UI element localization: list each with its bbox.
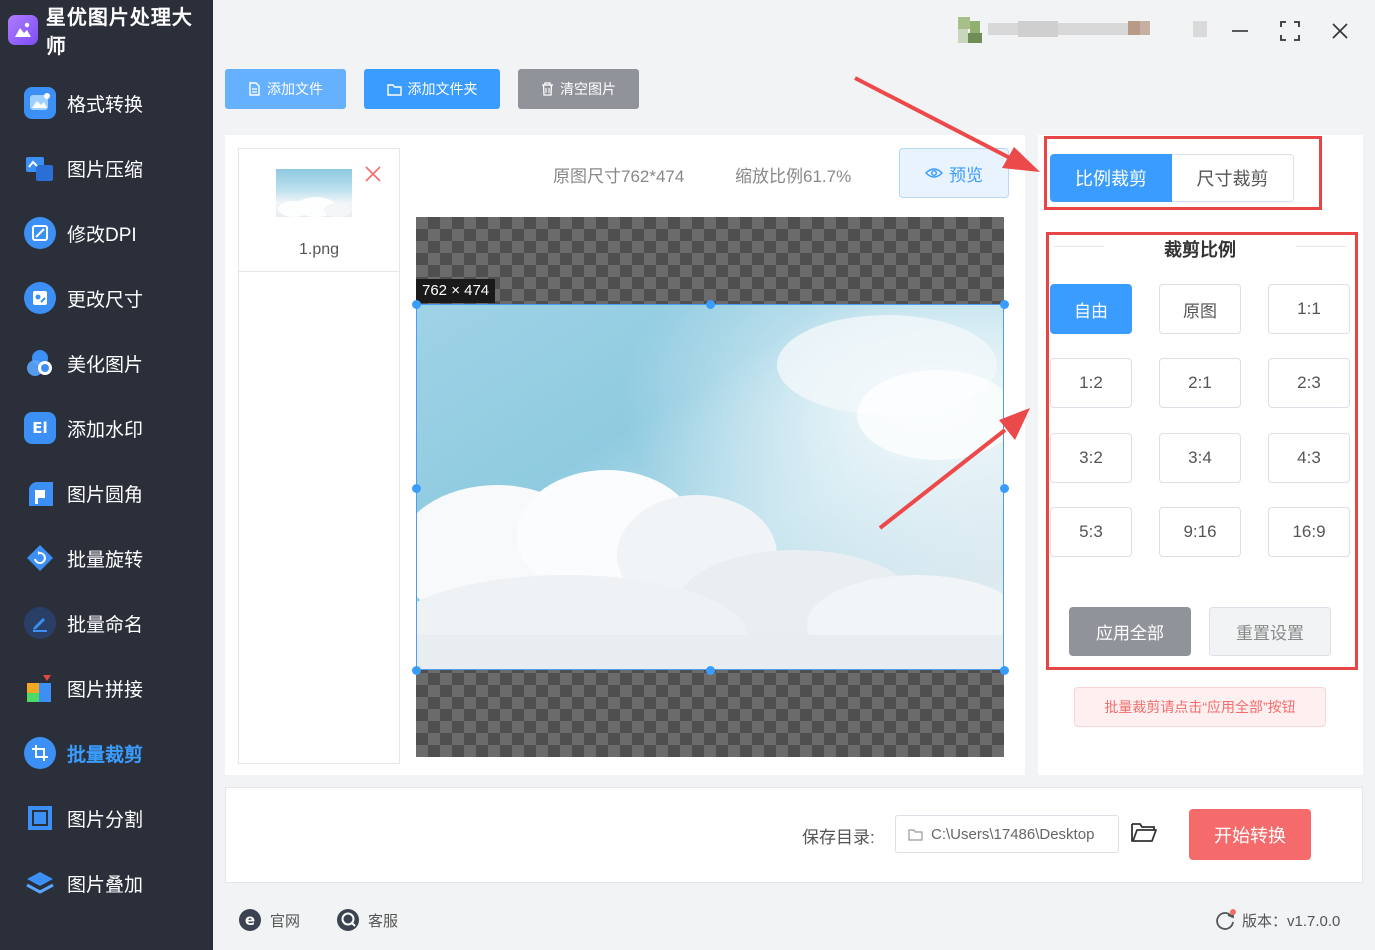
save-directory-path: C:\Users\17486\Desktop [931,825,1095,843]
support-link[interactable]: 客服 [336,906,398,934]
support-label: 客服 [368,912,399,930]
chat-icon [337,909,359,931]
browser-icon: e [239,909,261,931]
version-text: 版本：v1.7.0.0 [1242,912,1341,930]
version-info[interactable]: 版本：v1.7.0.0 [1214,906,1340,934]
save-directory-field[interactable]: C:\Users\17486\Desktop [895,815,1119,853]
website-link[interactable]: e 官网 [238,906,300,934]
browse-folder-button[interactable] [1130,820,1160,848]
refresh-icon [1216,909,1236,930]
folder-icon [908,828,923,841]
save-directory-label: 保存目录: [802,828,875,847]
open-folder-icon [1131,823,1157,842]
svg-text:e: e [245,911,255,929]
website-label: 官网 [270,912,301,930]
start-convert-button[interactable]: 开始转换 [1189,809,1311,860]
